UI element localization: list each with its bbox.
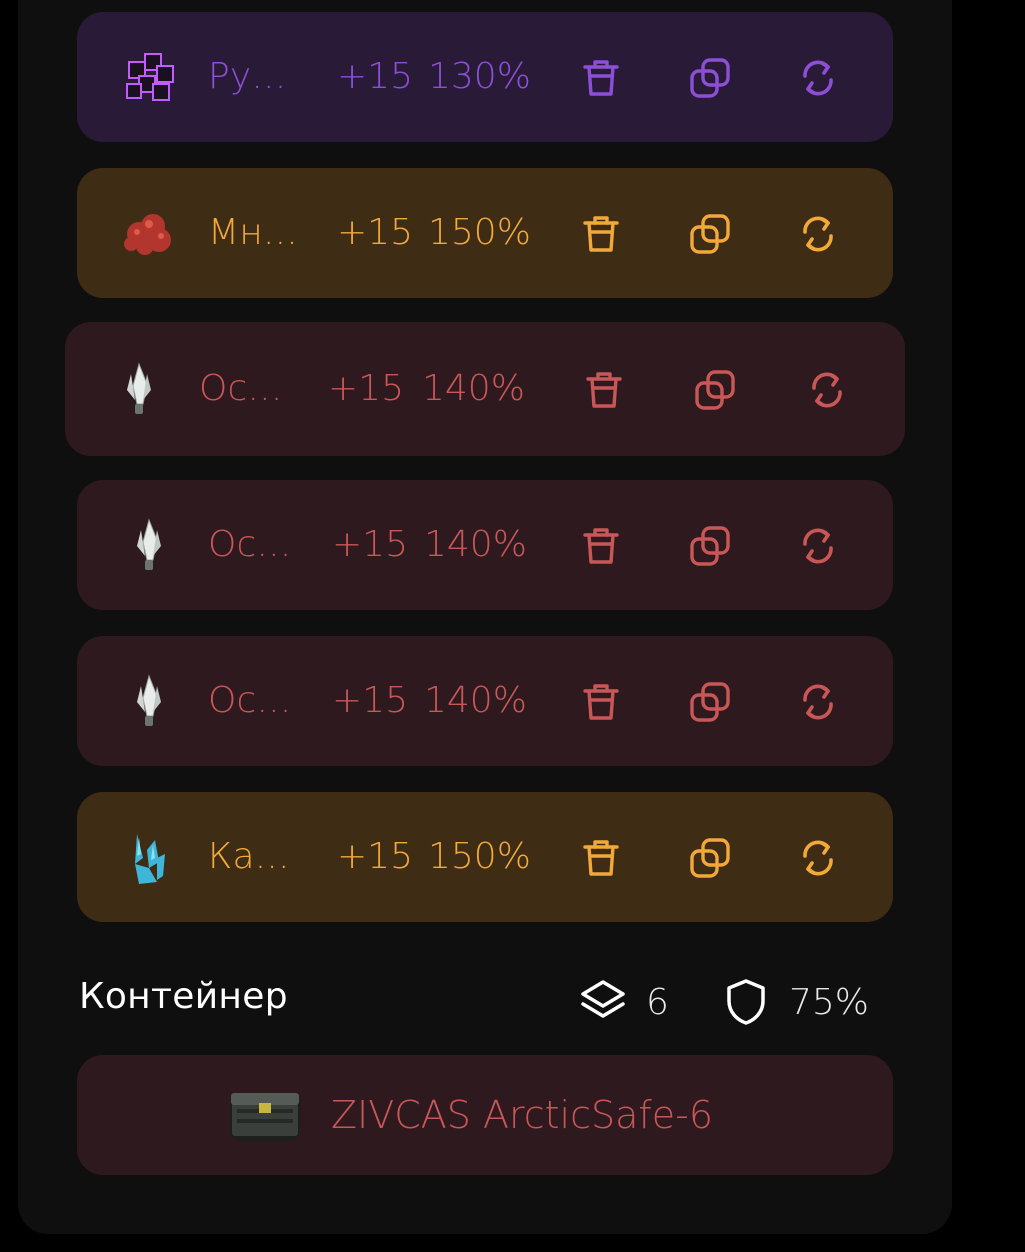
item-percent: 130%: [428, 56, 531, 97]
copy-icon: [688, 212, 732, 256]
container-name: ZIVCAS ArcticSafe-6: [331, 1093, 714, 1137]
layers-stat: 6: [578, 974, 669, 1030]
shield-percent: 75%: [789, 981, 870, 1023]
item-name: Мн...: [208, 212, 298, 253]
item-name: Ка...: [208, 836, 290, 877]
item-percent: 140%: [424, 680, 527, 721]
blue-crystal-icon: [119, 828, 179, 888]
copy-button[interactable]: [684, 52, 736, 104]
copy-button[interactable]: [684, 208, 736, 260]
layers-count: 6: [646, 981, 669, 1023]
item-percent: 150%: [428, 212, 531, 253]
item-upgrade-level: +15: [337, 836, 413, 877]
copy-icon: [688, 56, 732, 100]
container-card[interactable]: ZIVCAS ArcticSafe-6: [77, 1055, 893, 1175]
item-row[interactable]: Ру... +15 130%: [77, 12, 893, 142]
item-upgrade-level: +15: [337, 212, 413, 253]
trash-icon: [579, 680, 623, 724]
item-percent: 140%: [424, 524, 527, 565]
item-name: Ос...: [208, 524, 292, 565]
swap-button[interactable]: [792, 676, 844, 728]
trash-icon: [582, 368, 626, 412]
trash-icon: [579, 212, 623, 256]
item-upgrade-level: +15: [337, 56, 413, 97]
refresh-icon: [796, 56, 840, 100]
copy-button[interactable]: [684, 676, 736, 728]
crystal-shard-icon: [119, 672, 179, 732]
item-row[interactable]: Ка... +15 150%: [77, 792, 893, 922]
crystal-shard-icon: [119, 516, 179, 576]
swap-button[interactable]: [792, 520, 844, 572]
item-row[interactable]: Ос... +15 140%: [77, 480, 893, 610]
item-name: Ос...: [208, 680, 292, 721]
trash-icon: [579, 836, 623, 880]
item-percent: 150%: [428, 836, 531, 877]
crystal-shard-icon: [109, 360, 169, 420]
copy-icon: [688, 524, 732, 568]
item-name: Ос...: [199, 368, 283, 409]
copy-button[interactable]: [689, 364, 741, 416]
delete-button[interactable]: [575, 676, 627, 728]
copy-button[interactable]: [684, 520, 736, 572]
item-upgrade-level: +15: [332, 680, 408, 721]
item-row[interactable]: Ос... +15 140%: [77, 636, 893, 766]
delete-button[interactable]: [578, 364, 630, 416]
shield-icon: [727, 979, 765, 1025]
trash-icon: [579, 56, 623, 100]
refresh-icon: [805, 368, 849, 412]
delete-button[interactable]: [575, 832, 627, 884]
trash-icon: [579, 524, 623, 568]
red-ore-icon: [119, 204, 179, 264]
cube-cluster-icon: [121, 48, 181, 108]
shield-stat: 75%: [721, 974, 869, 1030]
delete-button[interactable]: [575, 520, 627, 572]
delete-button[interactable]: [575, 208, 627, 260]
copy-icon: [688, 836, 732, 880]
safe-box-icon: [227, 1085, 303, 1145]
item-row[interactable]: Ос... +15 140%: [65, 322, 905, 456]
swap-button[interactable]: [801, 364, 853, 416]
copy-icon: [688, 680, 732, 724]
item-name: Ру...: [208, 56, 287, 97]
item-percent: 140%: [422, 368, 525, 409]
swap-button[interactable]: [792, 52, 844, 104]
swap-button[interactable]: [792, 208, 844, 260]
refresh-icon: [796, 836, 840, 880]
delete-button[interactable]: [575, 52, 627, 104]
section-label: Контейнер: [79, 976, 288, 1017]
refresh-icon: [796, 212, 840, 256]
swap-button[interactable]: [792, 832, 844, 884]
refresh-icon: [796, 524, 840, 568]
layers-icon: [581, 980, 625, 1018]
item-upgrade-level: +15: [328, 368, 404, 409]
copy-icon: [693, 368, 737, 412]
item-upgrade-level: +15: [332, 524, 408, 565]
refresh-icon: [796, 680, 840, 724]
item-row[interactable]: Мн... +15 150%: [77, 168, 893, 298]
copy-button[interactable]: [684, 832, 736, 884]
